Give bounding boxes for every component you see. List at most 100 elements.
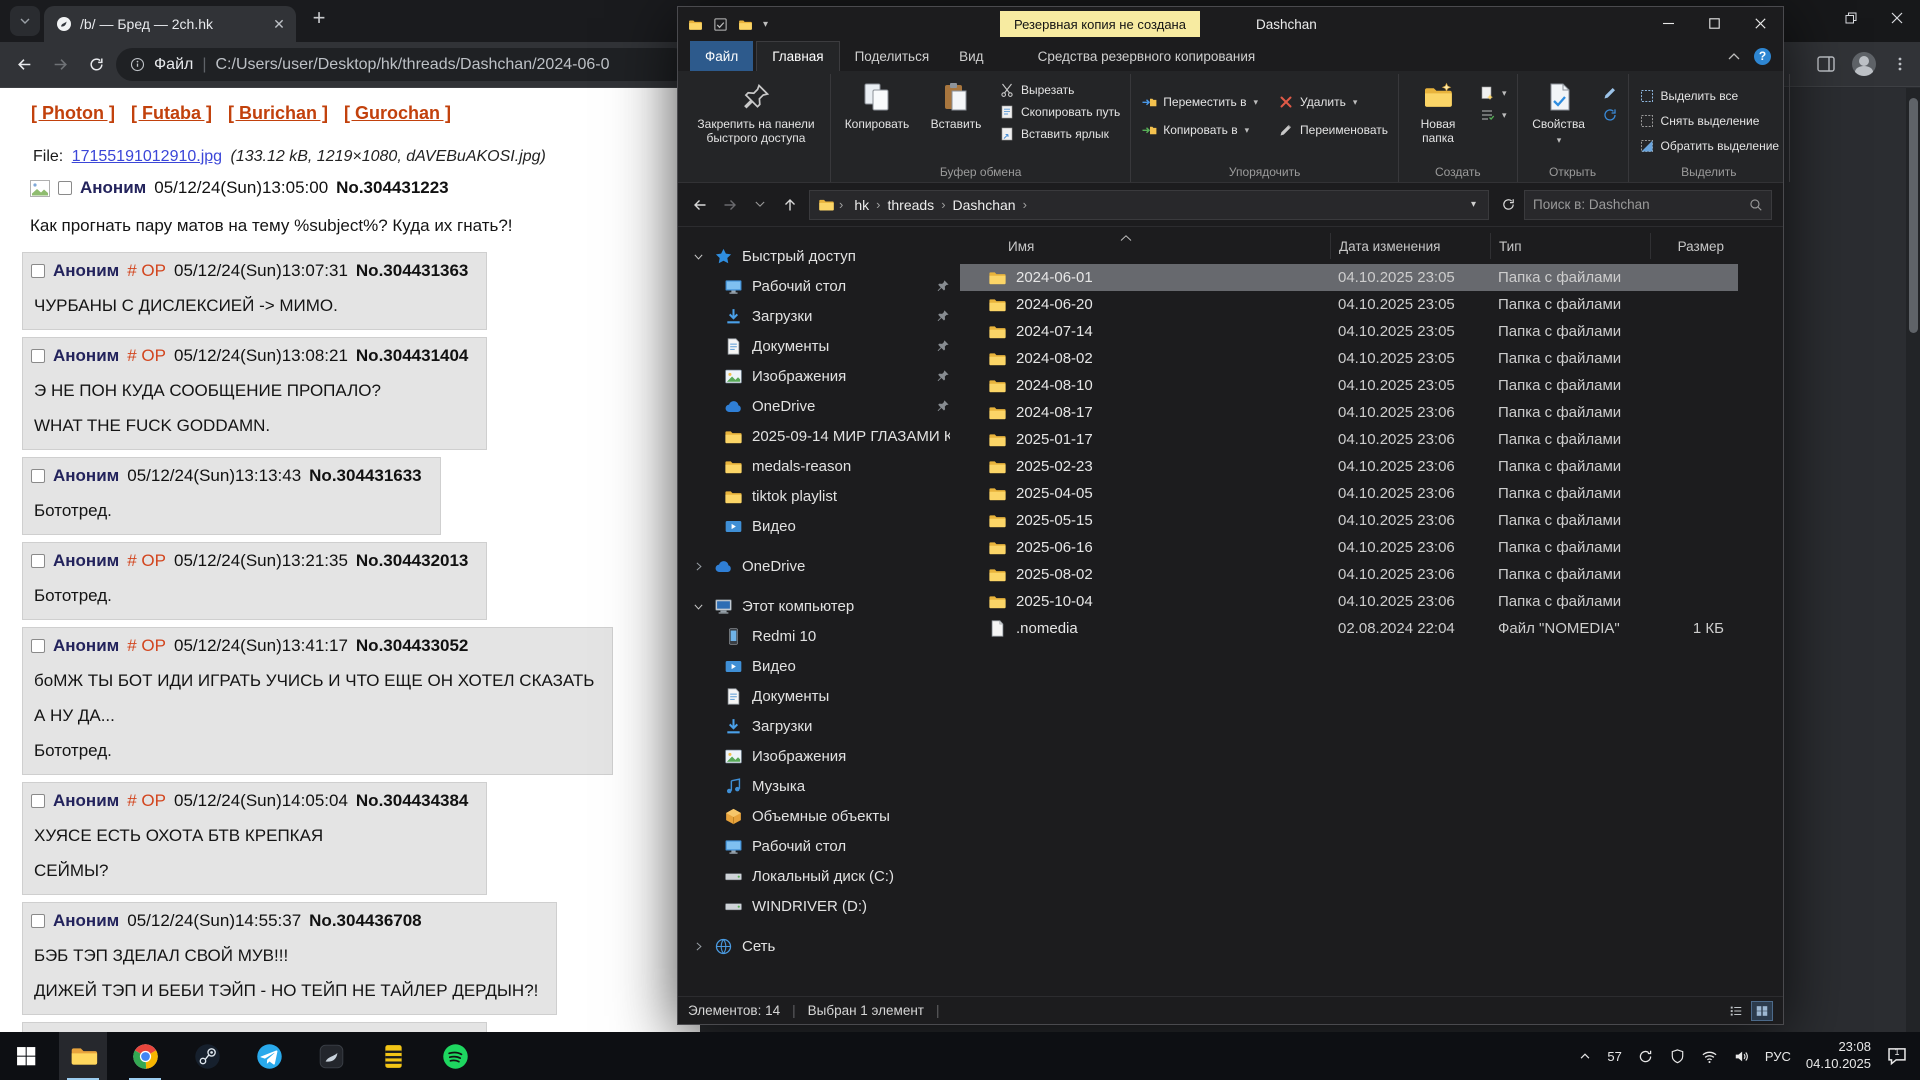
file-row[interactable]: 2025-01-1704.10.2025 23:06Папка с файлам… xyxy=(960,426,1738,453)
new-folder-button[interactable]: Новая папка xyxy=(1404,76,1472,146)
chevron-right-icon[interactable] xyxy=(692,940,705,953)
forward-icon[interactable] xyxy=(44,49,76,81)
nav-item[interactable]: Рабочий стол xyxy=(678,271,960,301)
easy-access-button[interactable]: ▾ xyxy=(1474,106,1512,124)
reload-icon[interactable] xyxy=(80,49,112,81)
up-icon[interactable] xyxy=(776,191,804,219)
file-link[interactable]: 17155191012910.jpg xyxy=(72,148,222,165)
chevron-down-icon[interactable] xyxy=(692,250,705,263)
tab-search-button[interactable] xyxy=(10,6,40,36)
nav-item[interactable]: tiktok playlist xyxy=(678,481,960,511)
chevron-down-icon[interactable] xyxy=(692,600,705,613)
breadcrumb-item[interactable]: threads xyxy=(880,197,941,213)
collapse-ribbon-icon[interactable] xyxy=(1728,52,1740,60)
post-number[interactable]: No.304431363 xyxy=(356,261,468,281)
language-indicator[interactable]: РУС xyxy=(1765,1049,1791,1064)
post-checkbox[interactable] xyxy=(31,469,45,483)
tab-file[interactable]: Файл xyxy=(690,41,753,71)
style-link-photon[interactable]: [ Photon ] xyxy=(31,103,115,124)
column-date-modified[interactable]: Дата изменения xyxy=(1330,233,1490,259)
paste-button[interactable]: Вставить xyxy=(920,76,992,131)
close-icon[interactable] xyxy=(1874,0,1920,36)
chevron-right-icon[interactable] xyxy=(692,560,705,573)
post-checkbox[interactable] xyxy=(31,794,45,808)
back-icon[interactable] xyxy=(8,49,40,81)
file-row[interactable]: 2024-08-1004.10.2025 23:05Папка с файлам… xyxy=(960,372,1738,399)
post-number[interactable]: No.304434384 xyxy=(356,791,468,811)
profile-avatar[interactable] xyxy=(1852,52,1876,76)
paste-shortcut-button[interactable]: Вставить ярлык xyxy=(994,125,1125,143)
post-checkbox[interactable] xyxy=(31,264,45,278)
post-number[interactable]: No.304431223 xyxy=(336,178,448,198)
op-tag[interactable]: # OP xyxy=(127,261,166,281)
style-link-gurochan[interactable]: [ Gurochan ] xyxy=(344,103,451,124)
file-row[interactable]: 2025-05-1504.10.2025 23:06Папка с файлам… xyxy=(960,507,1738,534)
copy-to-button[interactable]: Копировать в▾ xyxy=(1136,121,1263,139)
op-tag[interactable]: # OP xyxy=(127,551,166,571)
op-tag[interactable]: # OP xyxy=(127,346,166,366)
side-panel-icon[interactable] xyxy=(1816,54,1836,74)
nav-item[interactable]: Изображения xyxy=(678,361,960,391)
style-link-burichan[interactable]: [ Burichan ] xyxy=(228,103,328,124)
breadcrumb-item[interactable]: hk xyxy=(847,197,876,213)
menu-icon[interactable] xyxy=(1892,56,1908,72)
post-checkbox[interactable] xyxy=(31,554,45,568)
post-checkbox[interactable] xyxy=(31,349,45,363)
nav-item[interactable]: WINDRIVER (D:) xyxy=(678,891,960,921)
tab-backup-tools[interactable]: Средства резервного копирования xyxy=(1023,41,1271,71)
copy-path-button[interactable]: Скопировать путь xyxy=(994,103,1125,121)
tab-share[interactable]: Поделиться xyxy=(840,41,945,71)
nav-item[interactable]: Быстрый доступ xyxy=(678,241,960,271)
nav-item[interactable]: Изображения xyxy=(678,741,960,771)
nav-item[interactable]: Документы xyxy=(678,331,960,361)
history-button[interactable] xyxy=(1597,106,1623,124)
breadcrumb[interactable]: › hk›threads›Dashchan› ▾ xyxy=(809,190,1489,220)
pin-to-quick-access-button[interactable]: Закрепить на панели быстрого доступа xyxy=(687,76,825,146)
nav-item[interactable]: Объемные объекты xyxy=(678,801,960,831)
column-type[interactable]: Тип xyxy=(1490,233,1650,259)
help-icon[interactable]: ? xyxy=(1754,48,1771,65)
details-view-icon[interactable] xyxy=(1725,1001,1747,1021)
refresh-icon[interactable] xyxy=(1494,191,1522,219)
post-number[interactable]: No.304436708 xyxy=(309,911,421,931)
nav-item[interactable]: 2025-09-14 МИР ГЛАЗАМИ КЕР xyxy=(678,421,960,451)
file-row[interactable]: 2024-06-2004.10.2025 23:05Папка с файлам… xyxy=(960,291,1738,318)
notification-center-icon[interactable]: 1 xyxy=(1886,1045,1908,1067)
invert-selection-button[interactable]: Обратить выделение xyxy=(1634,137,1785,155)
taskbar-telegram-button[interactable] xyxy=(245,1032,293,1080)
quick-access-new-folder-icon[interactable] xyxy=(738,17,753,32)
nav-item[interactable]: Музыка xyxy=(678,771,960,801)
op-tag[interactable]: # OP xyxy=(127,636,166,656)
post-number[interactable]: No.304432013 xyxy=(356,551,468,571)
properties-button[interactable]: Свойства ▾ xyxy=(1523,76,1595,146)
sync-icon[interactable] xyxy=(1637,1048,1654,1065)
shield-icon[interactable] xyxy=(1669,1048,1686,1065)
nav-item[interactable]: Видео xyxy=(678,651,960,681)
restore-button[interactable] xyxy=(1828,0,1874,36)
volume-icon[interactable] xyxy=(1733,1048,1750,1065)
nav-item[interactable]: Redmi 10 xyxy=(678,621,960,651)
tab-view[interactable]: Вид xyxy=(944,41,998,71)
quick-access-properties-icon[interactable] xyxy=(713,17,728,32)
search-input[interactable] xyxy=(1533,197,1743,212)
post-number[interactable]: No.304431633 xyxy=(309,466,421,486)
hidden-icons-chevron-icon[interactable] xyxy=(1578,1049,1592,1063)
gpu-indicator[interactable]: 57 xyxy=(1607,1049,1621,1064)
move-to-button[interactable]: Переместить в▾ xyxy=(1136,93,1263,111)
file-row[interactable]: 2025-06-1604.10.2025 23:06Папка с файлам… xyxy=(960,534,1738,561)
explorer-titlebar[interactable]: ▾ Резервная копия не создана Dashchan xyxy=(678,7,1783,41)
file-row[interactable]: 2024-07-1404.10.2025 23:05Папка с файлам… xyxy=(960,318,1738,345)
copy-button[interactable]: Копировать xyxy=(836,76,918,131)
edit-button[interactable] xyxy=(1597,84,1623,102)
clock[interactable]: 23:08 04.10.2025 xyxy=(1806,1039,1871,1073)
scrollbar[interactable] xyxy=(1906,88,1920,1032)
breadcrumb-item[interactable]: Dashchan xyxy=(946,197,1023,213)
start-button[interactable] xyxy=(0,1032,52,1080)
rename-button[interactable]: Переименовать xyxy=(1273,121,1393,139)
file-row[interactable]: 2024-08-0204.10.2025 23:05Папка с файлам… xyxy=(960,345,1738,372)
nav-item[interactable]: Сеть xyxy=(678,931,960,961)
post-checkbox[interactable] xyxy=(31,639,45,653)
file-row[interactable]: .nomedia02.08.2024 22:04Файл "NOMEDIA"1 … xyxy=(960,615,1738,642)
scrollbar-thumb[interactable] xyxy=(1909,98,1918,333)
tab-close-icon[interactable]: ✕ xyxy=(270,15,288,33)
